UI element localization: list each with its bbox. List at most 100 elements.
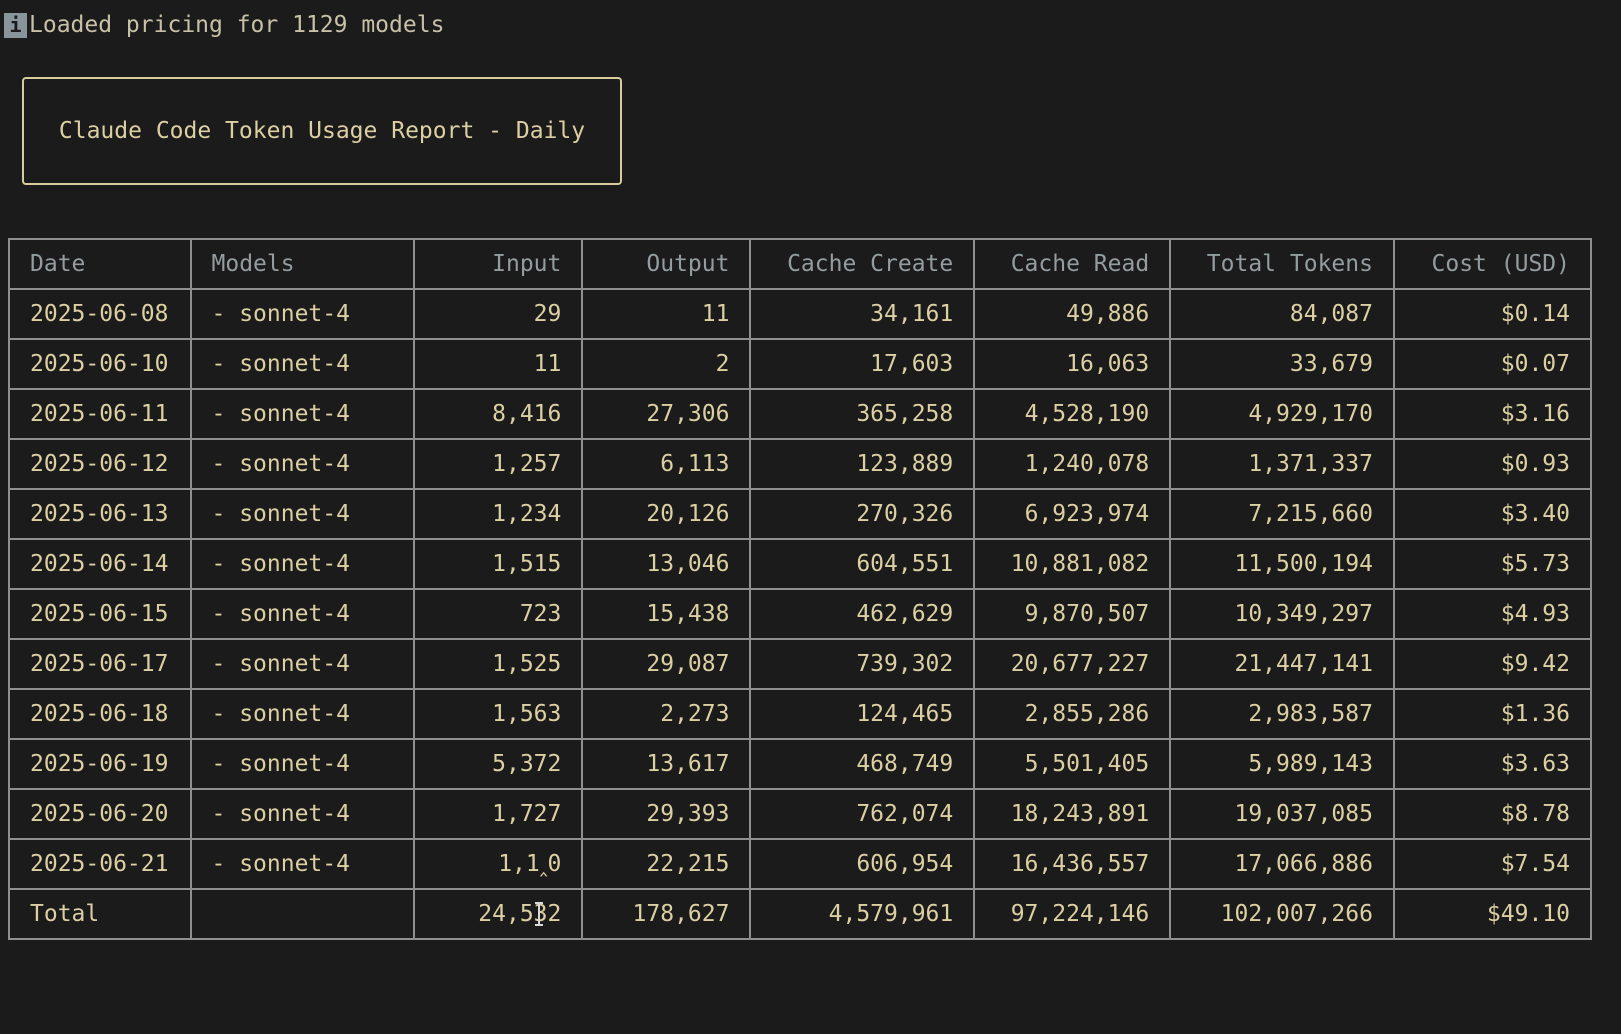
cell-total-tokens: 4,929,170	[1169, 388, 1395, 440]
cell-output: 13,617	[581, 738, 752, 790]
cell-cache-create: 270,326	[749, 488, 976, 540]
header-cost: Cost (USD)	[1392, 238, 1593, 290]
cell-cache-read: 5,501,405	[973, 738, 1172, 790]
cell-total-tokens: 1,371,337	[1169, 438, 1395, 490]
cell-cache-create: 739,302	[749, 638, 976, 690]
cell-cache-create: 606,954	[749, 838, 976, 890]
header-output: Output	[581, 238, 752, 290]
header-date: Date	[8, 238, 192, 290]
cell-date: 2025-06-15	[8, 588, 192, 640]
cell-cache-create: 468,749	[749, 738, 976, 790]
table-row: 2025-06-12- sonnet-4 1,257 6,113 123,889 1,2…	[8, 438, 1593, 490]
cell-cache-read: 4,528,190	[973, 388, 1172, 440]
cell-cache-create: 604,551	[749, 538, 976, 590]
cell-cost: $1.36	[1392, 688, 1593, 740]
cell-output: 29,393	[581, 788, 752, 840]
cell-cost: $7.54	[1392, 838, 1593, 890]
cell-cache-read: 1,240,078	[973, 438, 1172, 490]
table-total-row: Total 24,532 178,627 4,579,961 97,224,14…	[8, 888, 1593, 940]
cell-models: - sonnet-4	[189, 788, 416, 840]
cell-date: 2025-06-14	[8, 538, 192, 590]
cell-cost: $4.93	[1392, 588, 1593, 640]
cell-cache-create: 17,603	[749, 338, 976, 390]
cell-total-tokens: 33,679	[1169, 338, 1395, 390]
cell-date: 2025-06-13	[8, 488, 192, 540]
cell-models: - sonnet-4	[189, 288, 416, 340]
cell-models: - sonnet-4	[189, 388, 416, 440]
cell-total-tokens: 84,087	[1169, 288, 1395, 340]
table-header-row: Date Models Input Output Cache Create Ca…	[8, 238, 1593, 290]
cell-date: 2025-06-19	[8, 738, 192, 790]
cell-input: 1,234	[413, 488, 584, 540]
table-row: 2025-06-21- sonnet-4 1,1‸0 22,215 606,954 16…	[8, 838, 1593, 890]
cell-total-tokens: 5,989,143	[1169, 738, 1395, 790]
info-icon: i	[4, 12, 27, 38]
status-message: Loaded pricing for 1129 models	[29, 12, 445, 38]
cell-output: 22,215	[581, 838, 752, 890]
cell-input: 723	[413, 588, 584, 640]
cell-models: - sonnet-4	[189, 638, 416, 690]
cell-date: 2025-06-20	[8, 788, 192, 840]
cell-input: 1,563	[413, 688, 584, 740]
table-row: 2025-06-13- sonnet-4 1,234 20,126 270,326 6,…	[8, 488, 1593, 540]
cell-models: - sonnet-4	[189, 738, 416, 790]
cell-total-tokens: 2,983,587	[1169, 688, 1395, 740]
table-row: 2025-06-17- sonnet-4 1,525 29,087 739,302 20…	[8, 638, 1593, 690]
cell-cache-create: 124,465	[749, 688, 976, 740]
table-row: 2025-06-15- sonnet-4 723 15,438 462,629 9,87…	[8, 588, 1593, 640]
cell-cost: $3.40	[1392, 488, 1593, 540]
cell-input: 1,257	[413, 438, 584, 490]
status-line: i Loaded pricing for 1129 models	[4, 10, 444, 40]
cell-cache-read: 16,063	[973, 338, 1172, 390]
total-output: 178,627	[581, 888, 752, 940]
cell-output: 20,126	[581, 488, 752, 540]
cell-total-tokens: 10,349,297	[1169, 588, 1395, 640]
cell-total-tokens: 11,500,194	[1169, 538, 1395, 590]
cell-input: 5,372	[413, 738, 584, 790]
cell-date: 2025-06-11	[8, 388, 192, 440]
cell-cost: $3.63	[1392, 738, 1593, 790]
total-label: Total	[8, 888, 192, 940]
cell-input: 1,1‸0	[413, 838, 584, 890]
header-input: Input	[413, 238, 584, 290]
cell-total-tokens: 19,037,085	[1169, 788, 1395, 840]
cell-models: - sonnet-4	[189, 338, 416, 390]
cell-cost: $8.78	[1392, 788, 1593, 840]
table-row: 2025-06-08- sonnet-4 29 11 34,161 49,886 84,0…	[8, 288, 1593, 340]
cell-date: 2025-06-10	[8, 338, 192, 390]
cell-models: - sonnet-4	[189, 588, 416, 640]
cell-models: - sonnet-4	[189, 538, 416, 590]
total-models	[189, 888, 416, 940]
cell-cache-read: 49,886	[973, 288, 1172, 340]
cell-models: - sonnet-4	[189, 488, 416, 540]
cell-cache-read: 10,881,082	[973, 538, 1172, 590]
cell-output: 29,087	[581, 638, 752, 690]
cell-input: 1,515	[413, 538, 584, 590]
cell-cache-create: 123,889	[749, 438, 976, 490]
cell-input: 1,525	[413, 638, 584, 690]
cell-cache-read: 20,677,227	[973, 638, 1172, 690]
cell-models: - sonnet-4	[189, 688, 416, 740]
header-cache-create: Cache Create	[749, 238, 976, 290]
cell-input: 11	[413, 338, 584, 390]
cell-cache-read: 16,436,557	[973, 838, 1172, 890]
cell-input: 1,727	[413, 788, 584, 840]
table-body: 2025-06-08- sonnet-4 29 11 34,161 49,886 84,0…	[8, 288, 1593, 890]
cell-cache-create: 365,258	[749, 388, 976, 440]
total-total-tokens: 102,007,266	[1169, 888, 1395, 940]
cell-total-tokens: 17,066,886	[1169, 838, 1395, 890]
cell-cost: $5.73	[1392, 538, 1593, 590]
cell-input: 29	[413, 288, 584, 340]
total-input: 24,532	[413, 888, 584, 940]
cell-cache-read: 18,243,891	[973, 788, 1172, 840]
cell-date: 2025-06-18	[8, 688, 192, 740]
header-total-tokens: Total Tokens	[1169, 238, 1395, 290]
header-cache-read: Cache Read	[973, 238, 1172, 290]
table-row: 2025-06-11- sonnet-4 8,416 27,306 365,258 4,…	[8, 388, 1593, 440]
cell-date: 2025-06-17	[8, 638, 192, 690]
cell-cost: $0.07	[1392, 338, 1593, 390]
cell-total-tokens: 7,215,660	[1169, 488, 1395, 540]
cell-cache-read: 6,923,974	[973, 488, 1172, 540]
table-row: 2025-06-10- sonnet-4 11 2 17,603 16,063 33,67…	[8, 338, 1593, 390]
cell-input: 8,416	[413, 388, 584, 440]
